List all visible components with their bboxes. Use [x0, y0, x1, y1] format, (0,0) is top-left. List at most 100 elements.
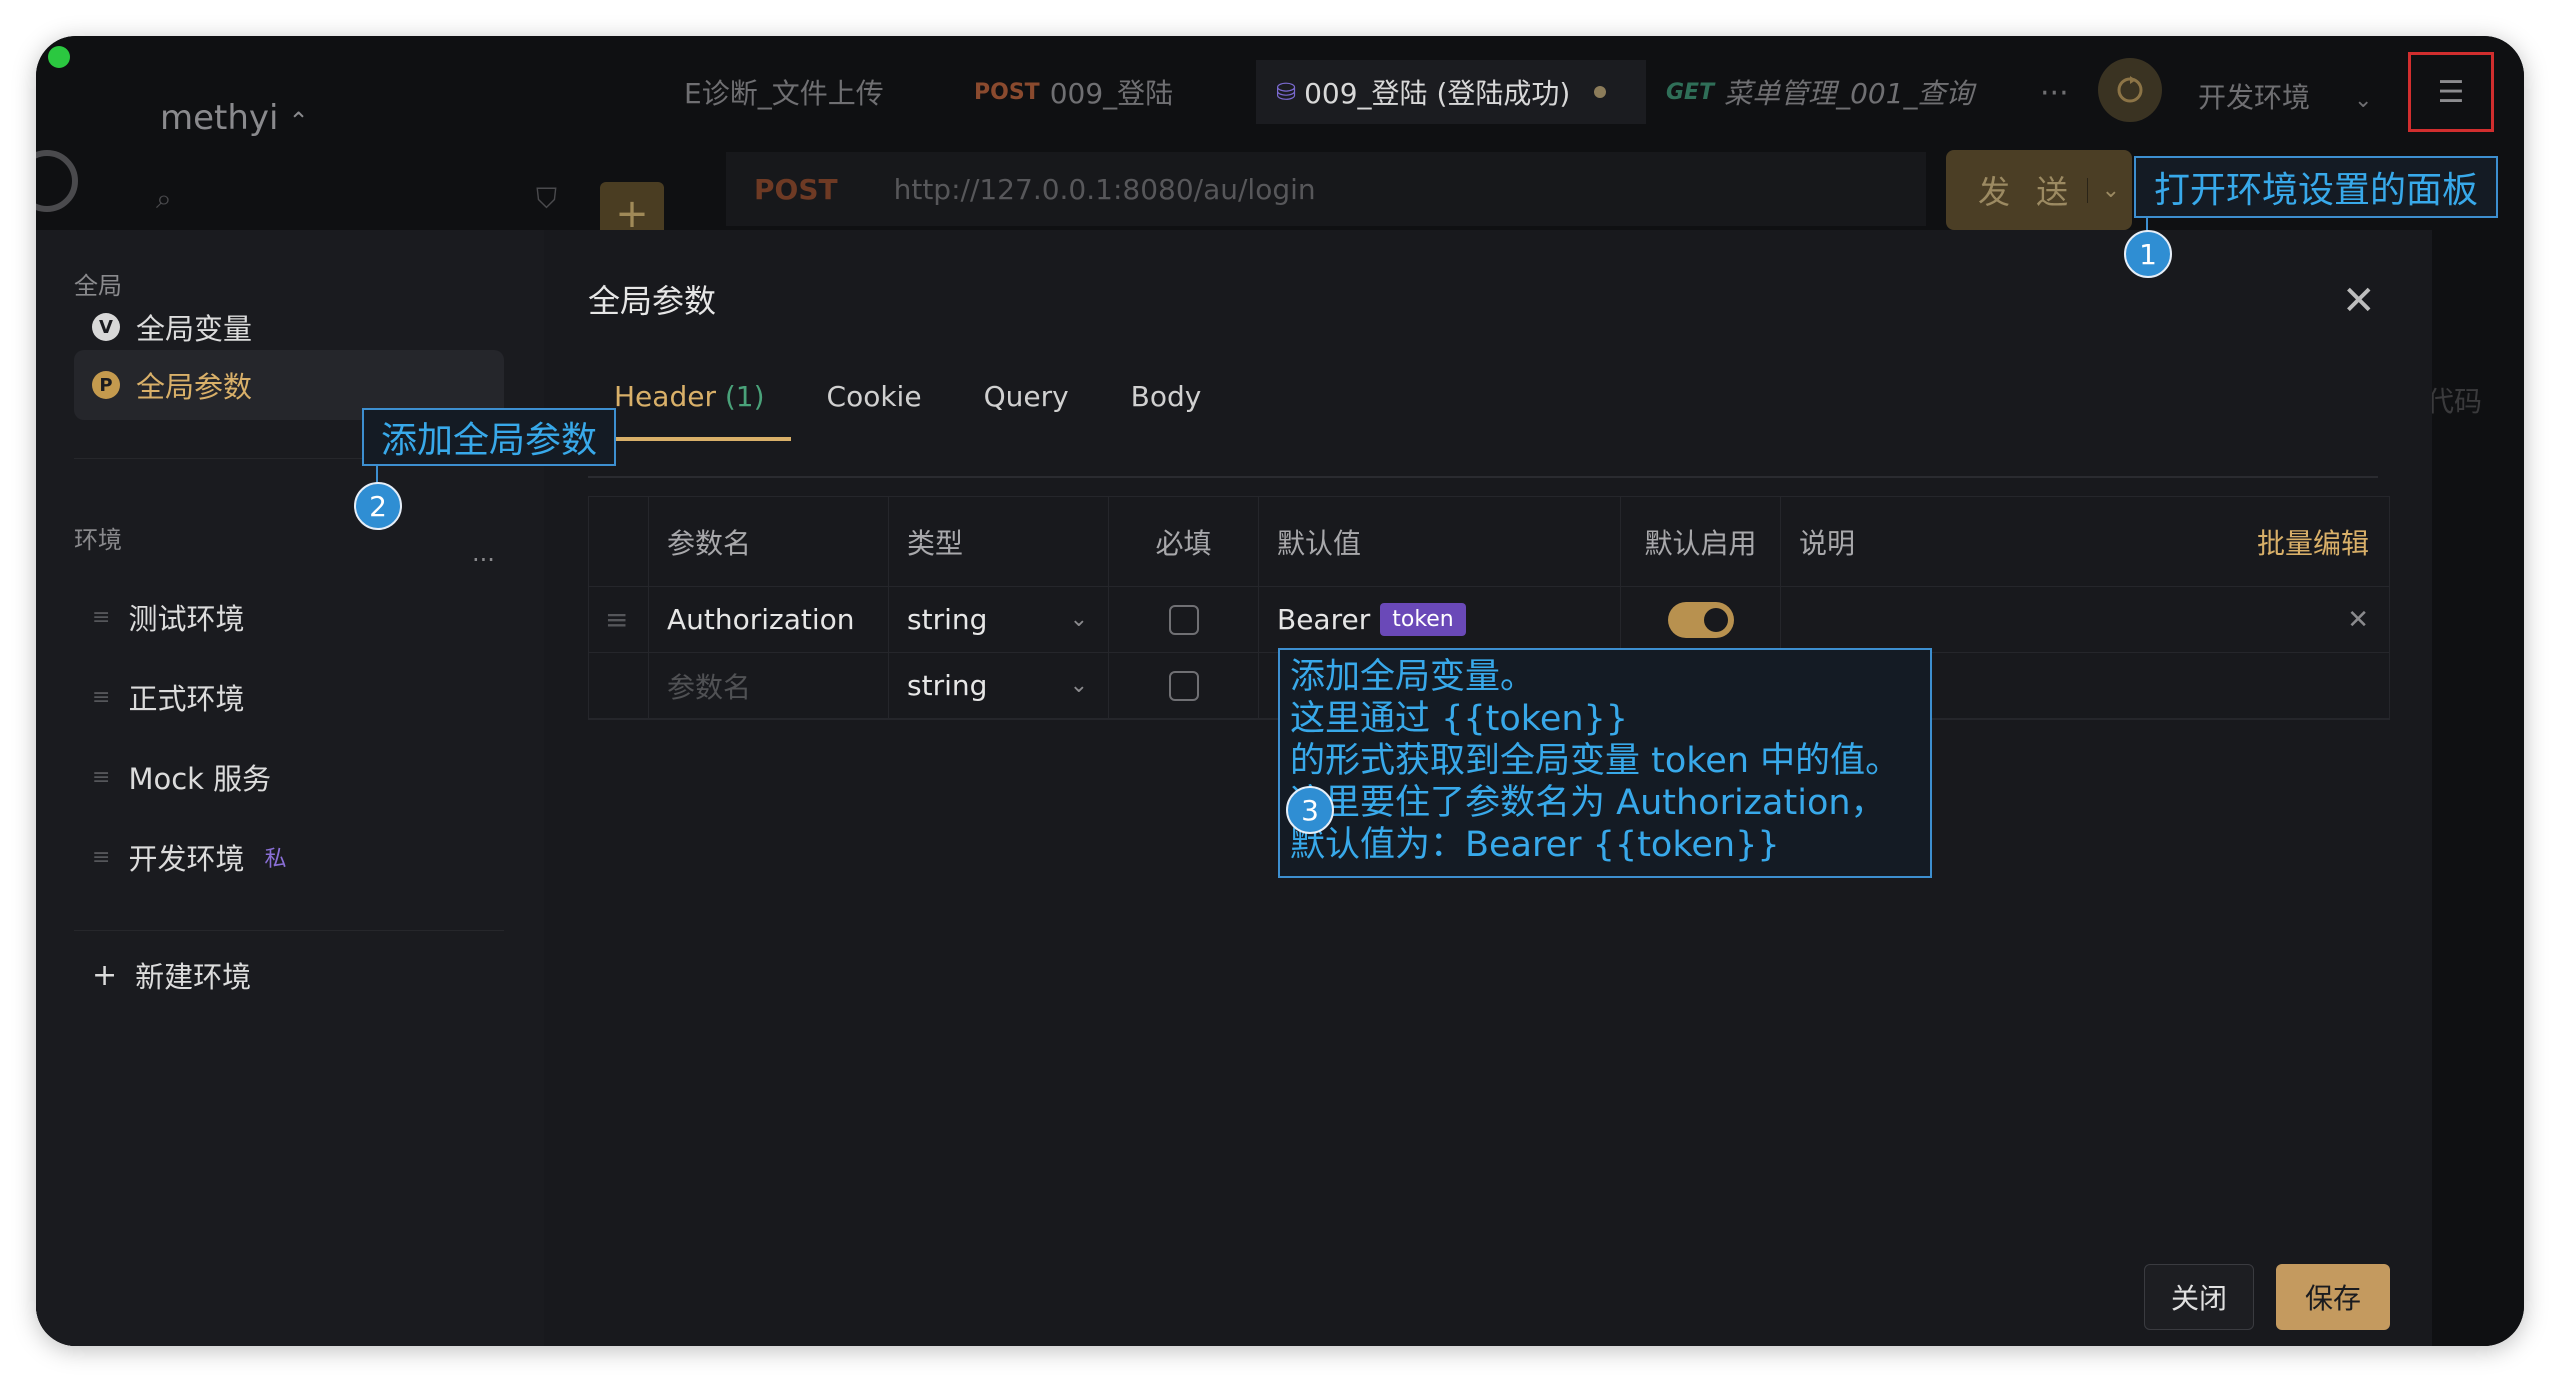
send-button[interactable]: 发 送 ⌄ [1946, 150, 2132, 230]
chevron-down-icon: ⌄ [1069, 607, 1088, 632]
top-tab-label: E诊断_文件上传 [684, 77, 884, 110]
delete-row-icon[interactable]: ✕ [2347, 605, 2369, 635]
divider [74, 930, 504, 931]
tabs-divider [588, 476, 2378, 478]
annotation-line: 这里要住了参数名为 Authorization， [1290, 783, 1886, 823]
required-cell [1109, 587, 1259, 652]
table-row: ≡ Authorization string ⌄ Bearer token ✕ [589, 587, 2389, 653]
sidebar-item-label: 全局变量 [136, 312, 253, 346]
enabled-toggle[interactable] [1667, 601, 1734, 638]
tab-label: Body [1130, 380, 1202, 413]
plus-icon: + [92, 957, 118, 993]
env-more-icon[interactable]: ··· [472, 546, 495, 574]
annotation-line: 的形式获取到全局变量 token 中的值。 [1290, 741, 1901, 781]
param-type-select[interactable]: string ⌄ [889, 653, 1109, 718]
sidebar-item-env[interactable]: ≡ 开发环境 私 [74, 822, 504, 892]
close-icon[interactable]: ✕ [2342, 278, 2376, 324]
drag-handle-icon[interactable]: ≡ [589, 587, 649, 652]
annotation-number-1: 1 [2124, 230, 2172, 278]
workspace-switcher[interactable]: methyi ⌃ [160, 98, 309, 138]
default-value-text: Bearer [1277, 603, 1371, 636]
variable-token-tag: token [1380, 603, 1466, 636]
bulk-edit-link[interactable]: 批量编辑 [2257, 522, 2369, 562]
new-env-button[interactable]: + 新建环境 [74, 940, 504, 1010]
top-tab-label: 009_登陆 (登陆成功) [1304, 77, 1571, 110]
default-value-input[interactable]: Bearer token [1259, 587, 1621, 652]
save-button[interactable]: 保存 [2276, 1264, 2390, 1330]
param-type-value: string [907, 669, 988, 702]
top-tab[interactable]: GET 菜单管理_001_查询 [1666, 60, 1986, 124]
column-header-required: 必填 [1109, 497, 1259, 586]
sidebar-item-env[interactable]: ≡ Mock 服务 [74, 742, 504, 812]
top-tab-label: 菜单管理_001_查询 [1724, 77, 1974, 110]
top-tab[interactable]: POST 009_登陆 [956, 60, 1226, 124]
sidebar-item-label: 测试环境 [128, 602, 245, 636]
drag-handle-icon[interactable]: ≡ [92, 845, 110, 870]
param-tabs: Header (1) Cookie Query Body [600, 380, 1263, 441]
column-header-enabled: 默认启用 [1621, 497, 1781, 586]
sidebar-item-env[interactable]: ≡ 测试环境 [74, 582, 504, 652]
drag-handle-icon[interactable]: ≡ [92, 605, 110, 630]
sidebar-item-label: 全局参数 [136, 370, 253, 404]
drag-handle-icon[interactable]: ≡ [92, 765, 110, 790]
top-tab-label: 009_登陆 [1049, 77, 1174, 110]
url-bar[interactable]: POST http://127.0.0.1:8080/au/login [726, 152, 1926, 226]
code-link: 代码 [2426, 385, 2483, 418]
top-tab[interactable]: E诊断_文件上传 [684, 60, 914, 124]
required-checkbox[interactable] [1168, 604, 1199, 635]
tab-label: Query [983, 380, 1069, 413]
search-icon[interactable]: ⌕ [156, 182, 172, 216]
description-input[interactable]: ✕ [1781, 587, 2389, 652]
api-case-icon: ⛁ [1276, 78, 1297, 106]
top-tab-active[interactable]: ⛁ 009_登陆 (登陆成功) [1256, 60, 1646, 124]
required-checkbox[interactable] [1168, 670, 1199, 701]
env-settings-menu-button[interactable]: ☰ [2408, 52, 2494, 132]
sidebar-heading-env: 环境 [74, 526, 122, 554]
param-name-input[interactable]: Authorization [649, 587, 889, 652]
annotation-number-3: 3 [1286, 786, 1334, 834]
top-tab-method: GET [1666, 79, 1715, 105]
tab-header[interactable]: Header (1) [600, 380, 790, 441]
workspace-name: methyi [160, 98, 279, 138]
param-icon: P [92, 371, 120, 399]
more-tabs-icon[interactable]: ··· [2040, 76, 2069, 111]
top-tab-method: POST [974, 79, 1040, 105]
unsaved-dot-icon [1594, 86, 1607, 98]
param-type-value: string [907, 603, 988, 636]
param-name-input[interactable]: 参数名 [649, 653, 889, 718]
global-settings-modal: 全局 V 全局变量 P 全局参数 环境 ··· ≡ 测试环境 ≡ 正式环境 ≡ [36, 230, 2432, 1346]
annotation-open-env-panel: 打开环境设置的面板 [2134, 156, 2498, 218]
sidebar-item-env[interactable]: ≡ 正式环境 [74, 662, 504, 732]
annotation-line: 这里通过 {{token}} [1290, 699, 1629, 739]
annotation-line: 默认值为：Bearer {{token}} [1290, 825, 1780, 865]
private-badge: 私 [264, 847, 287, 872]
url-input[interactable]: http://127.0.0.1:8080/au/login [894, 173, 1316, 206]
env-select[interactable]: 开发环境 ⌄ [2198, 76, 2372, 116]
sync-icon[interactable] [2098, 58, 2162, 122]
tab-query[interactable]: Query [984, 380, 1069, 433]
chevron-down-icon[interactable]: ⌄ [2086, 177, 2120, 203]
column-header-desc-cell: 说明 批量编辑 [1781, 497, 2389, 586]
param-type-select[interactable]: string ⌄ [889, 587, 1109, 652]
column-header-desc: 说明 [1799, 526, 1856, 560]
filter-icon[interactable]: ⛉ [536, 182, 557, 216]
sidebar-item-label: 正式环境 [128, 682, 245, 716]
url-method[interactable]: POST [754, 173, 838, 206]
enabled-cell [1621, 587, 1781, 652]
drag-handle-icon[interactable]: ≡ [92, 685, 110, 710]
close-button[interactable]: 关闭 [2144, 1264, 2254, 1330]
tab-body[interactable]: Body [1131, 380, 1202, 433]
tab-count: (1) [724, 380, 765, 413]
required-cell [1109, 653, 1259, 718]
tab-cookie[interactable]: Cookie [827, 380, 922, 433]
chevron-down-icon: ⌄ [1069, 673, 1088, 698]
annotation-global-variable-note: 添加全局变量。 这里通过 {{token}} 的形式获取到全局变量 token … [1278, 648, 1932, 878]
table-header-row: 参数名 类型 必填 默认值 默认启用 说明 批量编辑 [589, 497, 2389, 587]
annotation-line: 添加全局变量。 [1290, 657, 1536, 697]
window-close-dot[interactable] [48, 46, 70, 68]
modal-sidebar: 全局 V 全局变量 P 全局参数 环境 ··· ≡ 测试环境 ≡ 正式环境 ≡ [36, 230, 544, 1346]
modal-title: 全局参数 [588, 282, 717, 320]
column-header-default: 默认值 [1259, 497, 1621, 586]
drag-column-header [589, 497, 649, 586]
drag-column-cell [589, 653, 649, 718]
